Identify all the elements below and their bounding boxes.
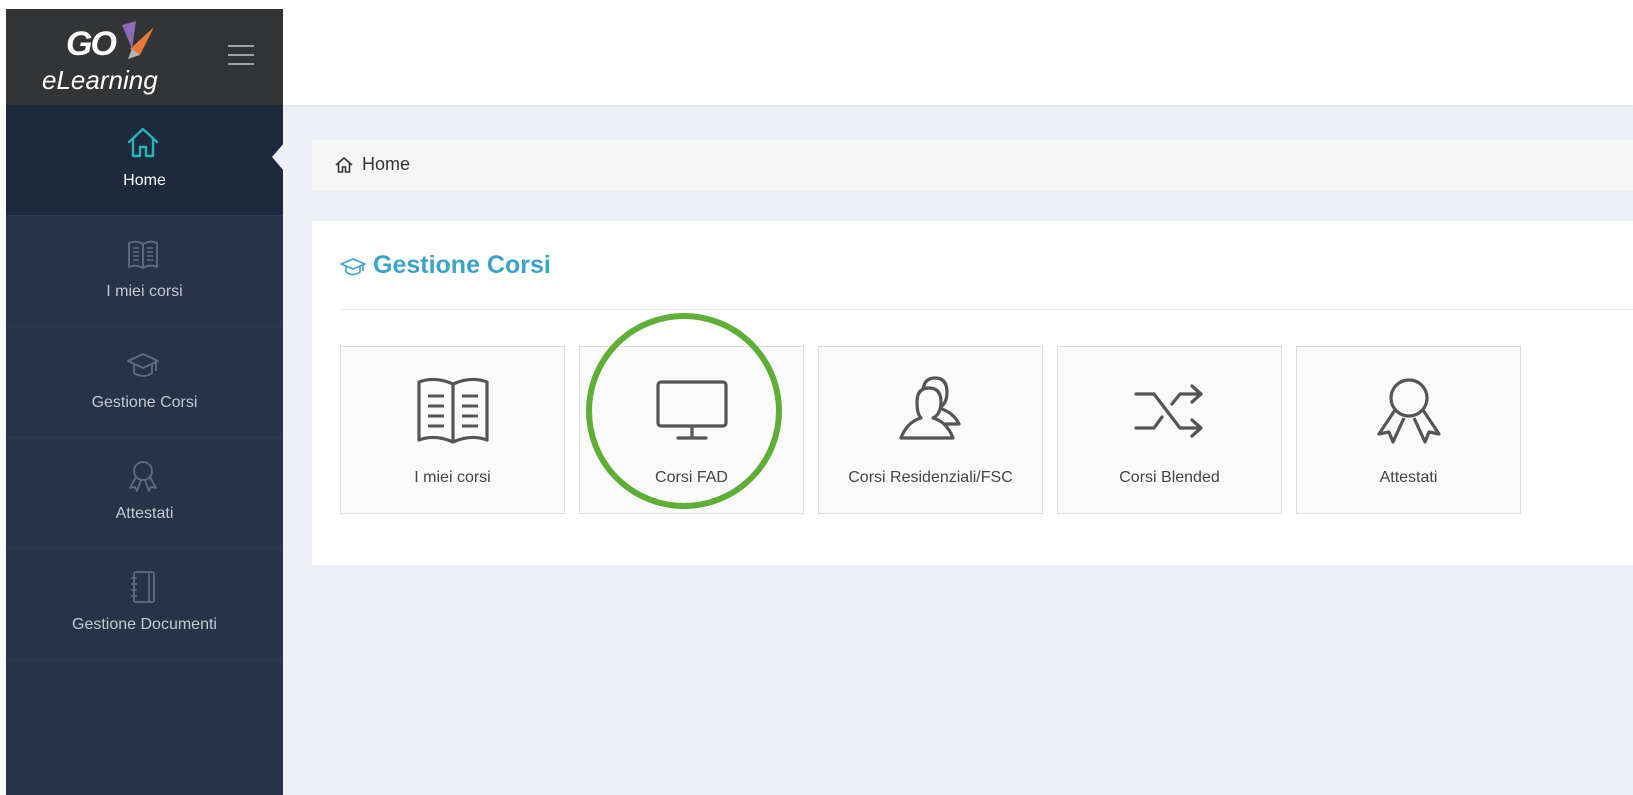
- sidebar-item-attestati[interactable]: Attestati: [6, 438, 283, 549]
- tile-corsi-fad[interactable]: Corsi FAD: [579, 346, 804, 514]
- sidebar-item-miei-corsi[interactable]: I miei corsi: [6, 216, 283, 327]
- sidebar-item-label: Gestione Corsi: [91, 394, 198, 411]
- home-icon: [335, 157, 353, 173]
- tile-attestati[interactable]: Attestati: [1296, 346, 1521, 514]
- tile-label: I miei corsi: [414, 469, 491, 486]
- home-icon: [127, 127, 159, 158]
- sidebar: GO eLearning Home I miei corsi Gestione …: [6, 9, 284, 795]
- sidebar-item-home[interactable]: Home: [6, 105, 284, 216]
- notebook-icon: [131, 571, 155, 603]
- award-icon: [1377, 378, 1441, 444]
- tile-corsi-residenziali[interactable]: Corsi Residenziali/FSC: [818, 346, 1043, 514]
- tile-corsi-blended[interactable]: Corsi Blended: [1057, 346, 1282, 514]
- tile-label: Corsi FAD: [655, 469, 728, 486]
- hamburger-menu-icon[interactable]: [228, 45, 254, 67]
- logo-flag-icon: [122, 21, 154, 59]
- monitor-icon: [656, 380, 728, 440]
- courses-panel: Gestione Corsi I miei corsi Corsi FAD Co…: [312, 221, 1633, 565]
- tile-miei-corsi[interactable]: I miei corsi: [340, 346, 565, 514]
- tile-label: Attestati: [1379, 469, 1438, 486]
- sidebar-item-label: Gestione Documenti: [72, 616, 217, 633]
- book-icon: [128, 240, 158, 269]
- users-icon: [899, 376, 961, 440]
- logo-box: GO eLearning: [6, 9, 283, 105]
- panel-title-text: Gestione Corsi: [373, 251, 551, 279]
- app-frame: GO eLearning Home I miei corsi Gestione …: [6, 9, 1633, 795]
- sidebar-item-label: Home: [123, 172, 166, 189]
- sidebar-nav: Home I miei corsi Gestione Corsi Attesta…: [6, 105, 284, 660]
- tile-label: Corsi Blended: [1119, 469, 1220, 486]
- book-icon: [417, 377, 489, 444]
- sidebar-item-gestione-corsi[interactable]: Gestione Corsi: [6, 327, 283, 438]
- sidebar-item-label: Attestati: [115, 505, 174, 522]
- divider: [340, 309, 1633, 310]
- breadcrumb: Home: [312, 140, 1633, 191]
- sidebar-item-label: I miei corsi: [106, 283, 183, 300]
- award-icon: [129, 461, 157, 492]
- graduation-cap-icon: [127, 353, 159, 377]
- graduation-cap-icon: [340, 258, 366, 276]
- top-bar: [283, 9, 1633, 105]
- sidebar-item-gestione-documenti[interactable]: Gestione Documenti: [6, 549, 283, 660]
- shuffle-icon: [1134, 384, 1203, 438]
- tile-label: Corsi Residenziali/FSC: [848, 469, 1013, 486]
- app-logo[interactable]: GO eLearning: [42, 19, 192, 99]
- logo-wordmark: eLearning: [42, 65, 158, 95]
- logo-mark: GO: [66, 25, 117, 63]
- breadcrumb-home-link[interactable]: Home: [362, 154, 410, 175]
- main-content: Home Gestione Corsi I miei corsi Corsi F…: [283, 9, 1633, 795]
